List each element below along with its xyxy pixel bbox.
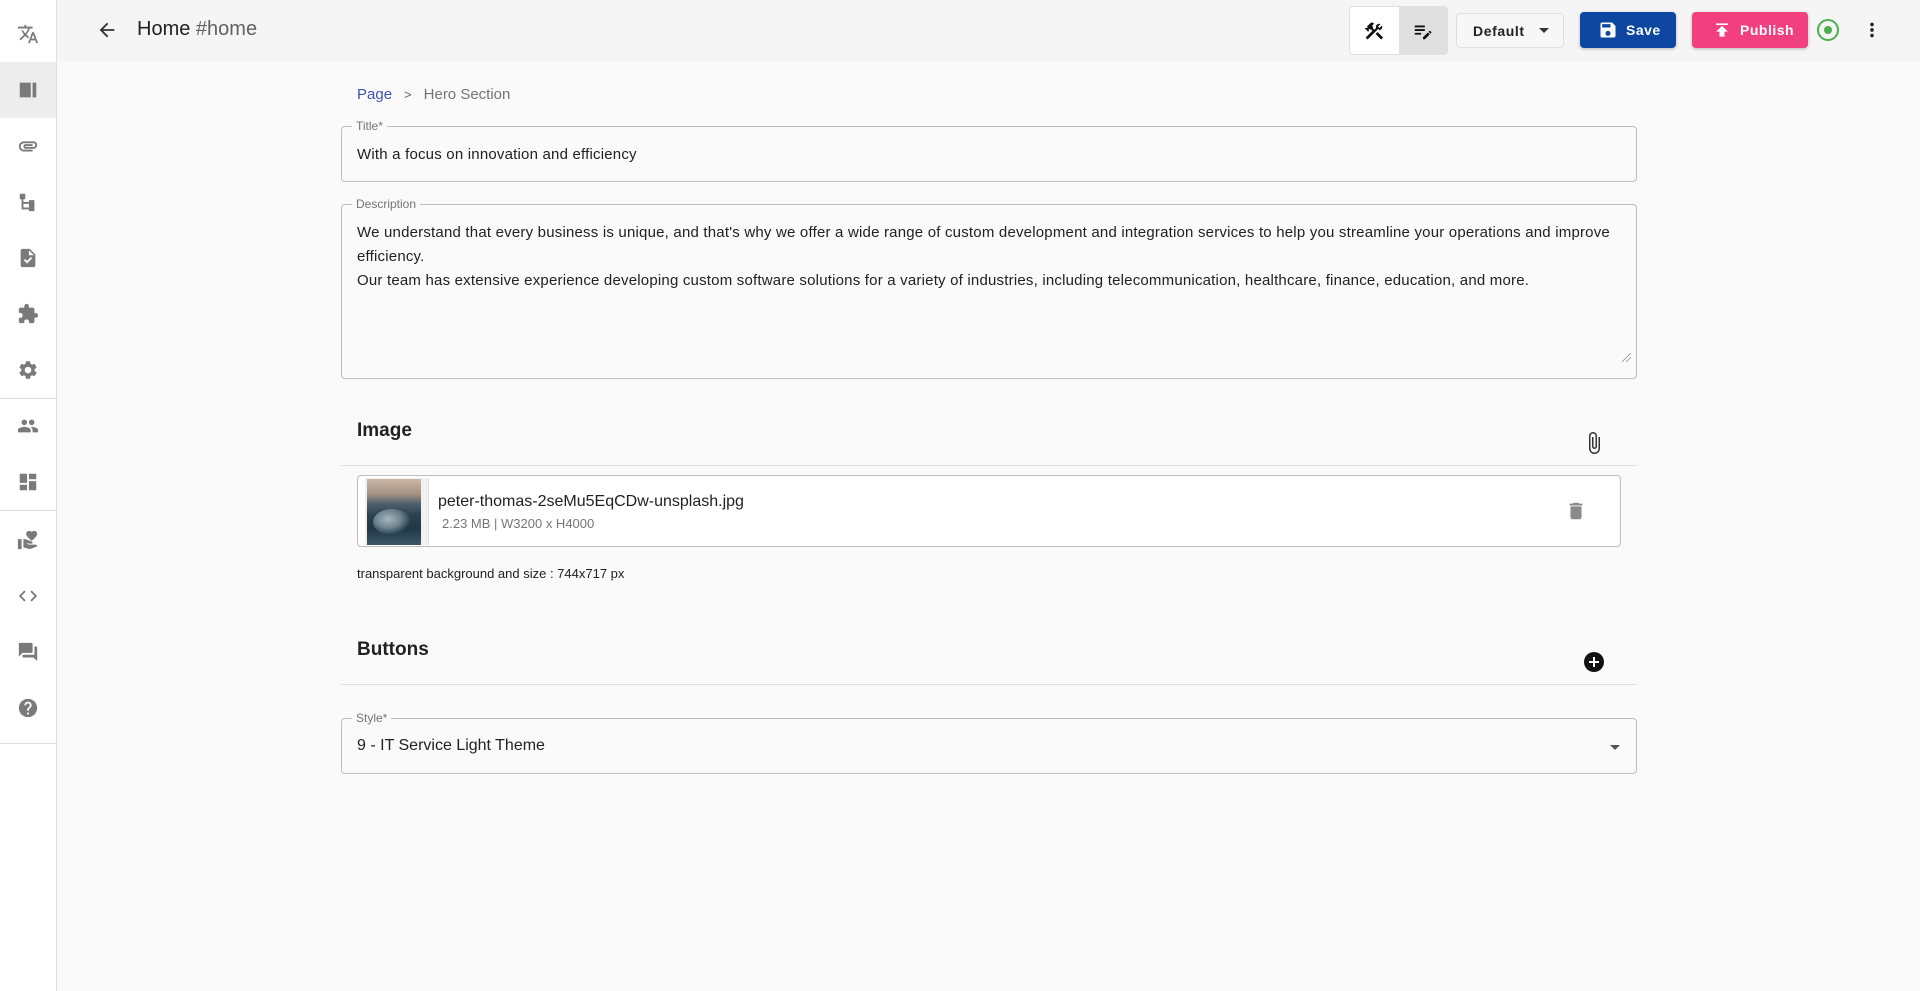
file-name: peter-thomas-2seMu5EqCDw-unsplash.jpg — [438, 493, 744, 510]
pages-icon — [19, 82, 37, 98]
style-field-label: Style* — [352, 711, 392, 725]
status-indicator-icon[interactable] — [1817, 19, 1839, 41]
page-title-hash: #home — [195, 18, 258, 40]
sidebar-item-dashboard[interactable] — [0, 454, 56, 510]
save-button[interactable]: Save — [1580, 12, 1676, 48]
variant-select[interactable]: Default — [1456, 13, 1564, 48]
volunteer-icon — [17, 530, 38, 550]
description-field[interactable]: Description We understand that every bus… — [341, 197, 1637, 379]
status-dot — [1824, 26, 1832, 34]
sidebar-item-settings[interactable] — [0, 342, 56, 398]
page-title-name: Home — [137, 18, 191, 40]
floppy-icon — [1600, 22, 1616, 38]
breadcrumb: Page > Hero Section — [357, 86, 510, 103]
description-textarea[interactable]: We understand that every business is uni… — [357, 221, 1622, 293]
title-input[interactable]: With a focus on innovation and efficienc… — [357, 146, 637, 163]
sidebar-item-messages[interactable] — [0, 624, 56, 680]
description-line-2: Our team has extensive experience develo… — [357, 272, 1530, 289]
image-section-header: Image — [341, 404, 1637, 466]
users-icon — [17, 419, 39, 433]
description-line-1: We understand that every business is uni… — [357, 224, 1610, 265]
caret-down-icon — [1539, 28, 1549, 33]
style-select[interactable]: Style* 9 - IT Service Light Theme — [341, 711, 1637, 774]
buttons-section-header: Buttons — [341, 623, 1637, 685]
form-check-icon — [20, 248, 36, 268]
more-menu-button[interactable] — [1857, 15, 1887, 45]
arrow-left-icon — [99, 22, 115, 38]
description-field-label: Description — [352, 197, 421, 211]
sidebar-item-forms[interactable] — [0, 230, 56, 286]
resize-handle[interactable] — [1622, 353, 1631, 362]
breadcrumb-separator: > — [404, 87, 412, 102]
sidebar-item-pages[interactable] — [0, 62, 56, 118]
seascape-thumbnail-image — [367, 479, 421, 545]
buttons-section-title: Buttons — [357, 639, 429, 660]
attachment-icon — [18, 141, 38, 152]
sidebar-item-help[interactable] — [0, 680, 56, 736]
file-meta: 2.23 MB | W3200 x H4000 — [442, 516, 595, 531]
sidebar-item-volunteer[interactable] — [0, 512, 56, 568]
publish-button[interactable]: Publish — [1692, 12, 1808, 48]
plus-circle-icon — [1584, 652, 1604, 672]
wave-shape — [373, 509, 411, 535]
trash-icon — [1569, 502, 1583, 520]
delete-image-button[interactable] — [1562, 497, 1590, 525]
page-title: Home #home — [137, 18, 257, 41]
edit-mode-button[interactable] — [1398, 7, 1447, 54]
sitemap-icon — [19, 193, 35, 212]
top-bar: Home #home Default Save Publish — [57, 0, 1920, 61]
back-button[interactable] — [91, 14, 123, 46]
add-button-button[interactable] — [1581, 649, 1607, 675]
image-thumbnail[interactable] — [365, 478, 429, 545]
sidebar-divider — [0, 743, 56, 744]
edit-note-icon — [1414, 25, 1432, 39]
sidebar-item-sitemap[interactable] — [0, 174, 56, 230]
help-icon — [18, 698, 38, 718]
breadcrumb-page-link[interactable]: Page — [357, 86, 392, 103]
translate-icon — [17, 24, 39, 44]
title-field-label: Title* — [352, 119, 387, 133]
save-button-label: Save — [1626, 22, 1661, 38]
gear-icon — [19, 361, 37, 379]
sidebar — [0, 0, 57, 991]
publish-button-label: Publish — [1740, 22, 1795, 38]
style-select-value: 9 - IT Service Light Theme — [357, 737, 545, 754]
sidebar-item-users[interactable] — [0, 398, 56, 454]
dashboard-icon — [19, 473, 37, 491]
puzzle-icon — [18, 303, 39, 324]
image-section-title: Image — [357, 420, 412, 441]
attach-image-button[interactable] — [1581, 430, 1607, 456]
breadcrumb-current: Hero Section — [423, 86, 511, 103]
more-vertical-icon — [1870, 22, 1874, 38]
sidebar-item-attachments[interactable] — [0, 118, 56, 174]
sidebar-item-plugins[interactable] — [0, 286, 56, 342]
sidebar-divider — [0, 510, 56, 511]
variant-select-value: Default — [1473, 22, 1525, 39]
chat-icon — [18, 642, 38, 662]
image-helper-text: transparent background and size : 744x71… — [357, 566, 625, 581]
code-icon — [18, 590, 38, 602]
title-field[interactable]: Title* With a focus on innovation and ef… — [341, 119, 1637, 182]
design-mode-button[interactable] — [1350, 7, 1399, 54]
design-tools-icon — [1365, 22, 1384, 40]
caret-down-icon — [1610, 745, 1620, 750]
view-mode-toggle — [1349, 6, 1448, 55]
image-file-card: peter-thomas-2seMu5EqCDw-unsplash.jpg 2.… — [357, 475, 1621, 547]
sidebar-item-translations[interactable] — [0, 6, 56, 62]
publish-icon — [1716, 23, 1728, 37]
paperclip-icon — [1589, 432, 1600, 454]
sidebar-item-code[interactable] — [0, 568, 56, 624]
